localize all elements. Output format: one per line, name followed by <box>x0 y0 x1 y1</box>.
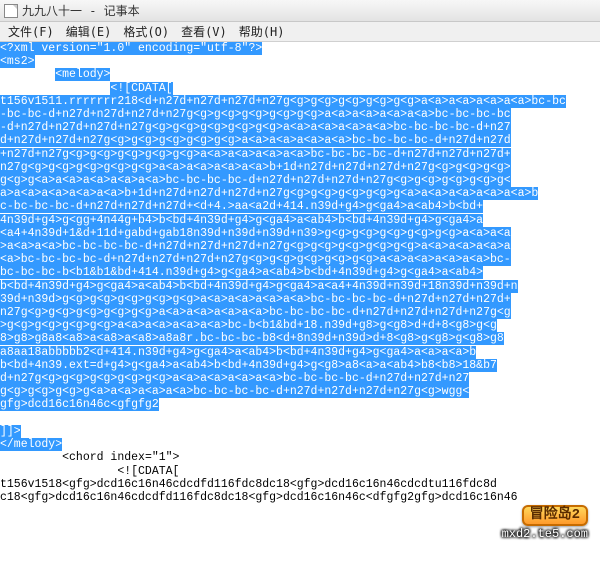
watermark-badge: 冒险岛2 <box>522 505 588 526</box>
selected-xml-body: t156v1511.rrrrrrr218<d+n27d+n27d+n27d+n2… <box>0 95 566 412</box>
unselected-xml-body: t156v1518<gfg>dcd16c16n46cdcdfd116fdc8dc… <box>0 478 518 504</box>
watermark-url: mxd2.te5.com <box>502 528 588 541</box>
editor-area[interactable]: <?xml version="1.0" encoding="utf-8"?> <… <box>0 42 600 563</box>
selection: <?xml version="1.0" encoding="utf-8"?> <box>0 42 262 55</box>
menu-format[interactable]: 格式(O) <box>117 21 175 42</box>
menu-help[interactable]: 帮助(H) <box>233 21 291 42</box>
window-title: 九九八十一 - 记事本 <box>22 2 140 19</box>
watermark: 冒险岛2 mxd2.te5.com <box>502 505 588 541</box>
menubar: 文件(F) 编辑(E) 格式(O) 查看(V) 帮助(H) <box>0 22 600 42</box>
menu-file[interactable]: 文件(F) <box>2 21 60 42</box>
menu-edit[interactable]: 编辑(E) <box>60 21 118 42</box>
document-icon <box>4 4 18 18</box>
titlebar: 九九八十一 - 记事本 <box>0 0 600 22</box>
menu-view[interactable]: 查看(V) <box>175 21 233 42</box>
